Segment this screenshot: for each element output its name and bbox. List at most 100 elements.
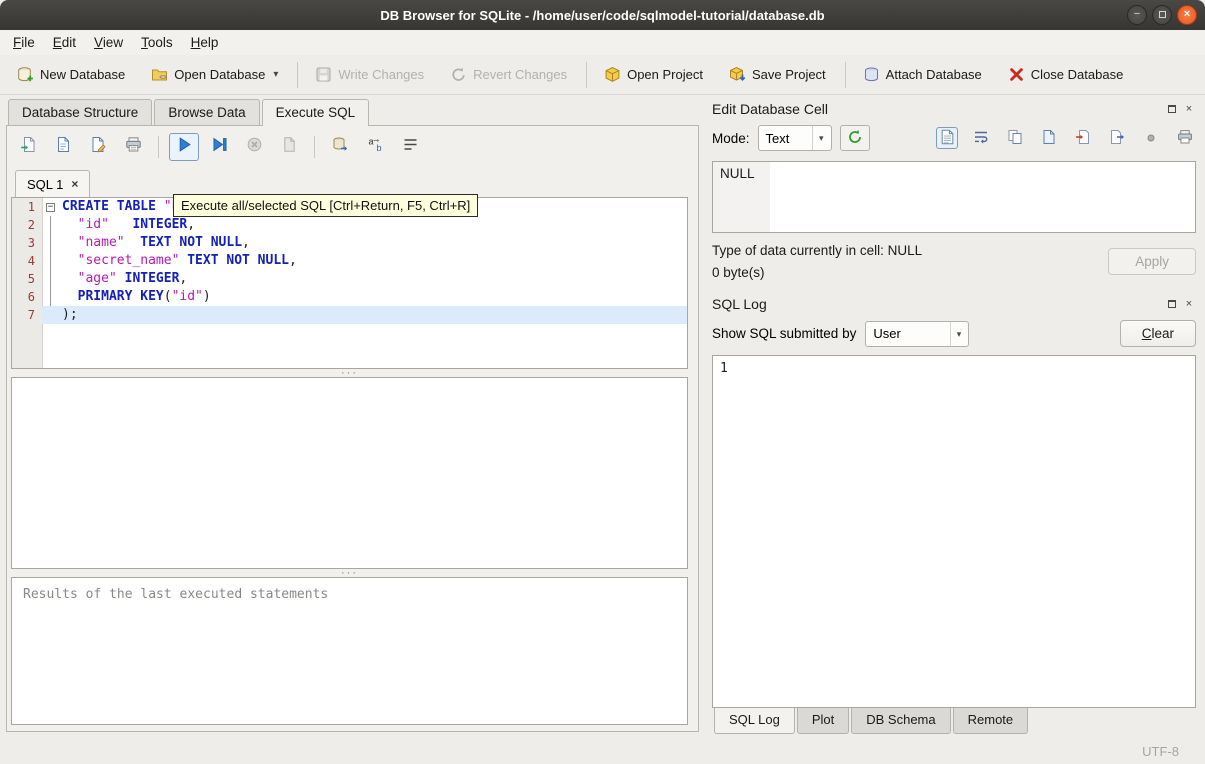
find-replace-button[interactable]: ab (360, 133, 390, 161)
float-panel-icon[interactable] (1165, 102, 1179, 116)
save-sql-file-as-button[interactable] (83, 133, 113, 161)
cell-text-mode-button[interactable] (936, 127, 958, 149)
copy-icon (1007, 129, 1023, 148)
close-icon: × (1183, 8, 1191, 20)
statusbar: UTF-8 (0, 738, 1205, 764)
tab-db-schema[interactable]: DB Schema (851, 708, 951, 734)
main-toolbar: New Database Open Database ▾ Write Chang… (0, 55, 1205, 95)
apply-cell-icon (847, 129, 863, 148)
apply-cell-button[interactable] (839, 125, 870, 151)
sql-log-filter-row: Show SQL submitted by User ▾ Clear (712, 320, 1196, 347)
close-database-icon (1008, 66, 1025, 83)
save-project-label: Save Project (751, 67, 826, 82)
cell-print-button[interactable] (1174, 127, 1196, 149)
status-encoding: UTF-8 (1142, 743, 1179, 759)
open-database-label: Open Database (174, 67, 266, 82)
sql-log-header: SQL Log × (712, 292, 1196, 316)
revert-changes-button: Revert Changes (441, 60, 576, 89)
cell-save-button[interactable] (1038, 127, 1060, 149)
clear-log-button[interactable]: Clear (1119, 320, 1196, 347)
attach-database-button[interactable]: Attach Database (854, 60, 991, 89)
revert-changes-label: Revert Changes (473, 67, 568, 82)
close-panel-icon[interactable]: × (1182, 297, 1196, 311)
save-project-icon (729, 66, 746, 83)
window-title: DB Browser for SQLite - /home/user/code/… (380, 7, 825, 23)
open-database-menu-arrow[interactable]: ▾ (273, 69, 278, 80)
code-line[interactable]: 4 "secret_name" TEXT NOT NULL, (12, 252, 687, 270)
cell-copy-button[interactable] (1004, 127, 1026, 149)
export-data-button[interactable] (325, 133, 355, 161)
cell-word-wrap-button[interactable] (970, 127, 992, 149)
code-line[interactable]: 3 "name" TEXT NOT NULL, (12, 234, 687, 252)
save-sql-file-as-icon (90, 136, 107, 158)
tab-plot[interactable]: Plot (796, 708, 850, 734)
splitter-handle-icon: ··· (341, 567, 358, 579)
new-database-button[interactable]: New Database (8, 60, 134, 89)
sql-log-section: SQL Log × Show SQL submitted by User ▾ C… (712, 292, 1196, 708)
save-sql-file-button[interactable] (48, 133, 78, 161)
execute-sql-panel: ab SQL 1 × 1−CREATE TABLE "hero" (2 "id"… (6, 125, 699, 732)
write-changes-button: Write Changes (306, 60, 433, 89)
execute-line-button[interactable] (204, 133, 234, 161)
tab-remote[interactable]: Remote (952, 708, 1029, 734)
horizontal-splitter[interactable]: ··· (11, 368, 688, 379)
menu-help[interactable]: Help (182, 32, 228, 53)
execute-all-button[interactable] (169, 133, 199, 161)
svg-text:a: a (368, 137, 373, 147)
float-panel-icon[interactable] (1165, 297, 1179, 311)
edit-cell-toolbar: Mode: Text ▾ (712, 121, 1196, 155)
results-grid[interactable] (11, 377, 688, 569)
fold-guide (42, 306, 59, 324)
cell-size-info: 0 byte(s) (712, 265, 765, 280)
tab-execute-sql[interactable]: Execute SQL (261, 99, 370, 126)
execute-all-icon (176, 136, 193, 158)
cell-set-null-button[interactable] (1140, 127, 1162, 149)
close-panel-icon[interactable]: × (1182, 102, 1196, 116)
close-button[interactable]: × (1177, 5, 1197, 25)
menu-edit[interactable]: Edit (44, 32, 85, 53)
code-line[interactable]: 2 "id" INTEGER, (12, 216, 687, 234)
results-message-pane[interactable]: Results of the last executed statements (11, 577, 688, 725)
code-line[interactable]: 6 PRIMARY KEY("id") (12, 288, 687, 306)
toolbar-separator (844, 61, 846, 88)
open-project-button[interactable]: Open Project (595, 60, 712, 89)
save-document-icon (1041, 129, 1057, 148)
print-sql-button[interactable] (118, 133, 148, 161)
fold-toggle-icon[interactable]: − (42, 198, 59, 216)
mode-combobox[interactable]: Text ▾ (757, 125, 832, 151)
menu-file[interactable]: File (4, 32, 44, 53)
cell-export-button[interactable] (1106, 127, 1128, 149)
code-line[interactable]: 5 "age" INTEGER, (12, 270, 687, 288)
left-pane: Database Structure Browse Data Execute S… (0, 95, 703, 738)
fold-guide (42, 216, 59, 234)
menu-tools[interactable]: Tools (132, 32, 182, 53)
export-icon (1109, 129, 1125, 148)
execute-line-icon (211, 136, 228, 158)
word-wrap-button[interactable] (395, 133, 425, 161)
cell-value-editor[interactable]: NULL (712, 161, 1196, 233)
execute-tooltip: Execute all/selected SQL [Ctrl+Return, F… (173, 194, 479, 217)
cell-editor-icons (936, 127, 1196, 149)
open-sql-file-button[interactable] (13, 133, 43, 161)
fold-guide (42, 234, 59, 252)
code-line[interactable]: 7); (12, 306, 687, 324)
titlebar[interactable]: DB Browser for SQLite - /home/user/code/… (0, 0, 1205, 30)
sql-editor[interactable]: 1−CREATE TABLE "hero" (2 "id" INTEGER,3 … (11, 197, 688, 369)
close-sql-tab-icon[interactable]: × (71, 177, 78, 191)
close-database-button[interactable]: Close Database (999, 60, 1133, 89)
save-project-button[interactable]: Save Project (720, 60, 835, 89)
tab-database-structure[interactable]: Database Structure (8, 99, 153, 126)
maximize-button[interactable] (1152, 5, 1172, 25)
sql-log-area[interactable]: 1 (712, 355, 1196, 708)
sql-editor-tab[interactable]: SQL 1 × (15, 170, 91, 197)
tab-sql-log[interactable]: SQL Log (714, 708, 795, 734)
tab-browse-data[interactable]: Browse Data (154, 99, 260, 126)
minimize-button[interactable]: − (1127, 5, 1147, 25)
stop-execution-button (239, 133, 269, 161)
horizontal-splitter[interactable]: ··· (11, 567, 688, 579)
cell-import-button[interactable] (1072, 127, 1094, 149)
sql-log-filter-combobox[interactable]: User ▾ (865, 320, 970, 347)
open-database-button[interactable]: Open Database ▾ (142, 60, 287, 89)
print-icon (1177, 129, 1193, 148)
menu-view[interactable]: View (85, 32, 132, 53)
